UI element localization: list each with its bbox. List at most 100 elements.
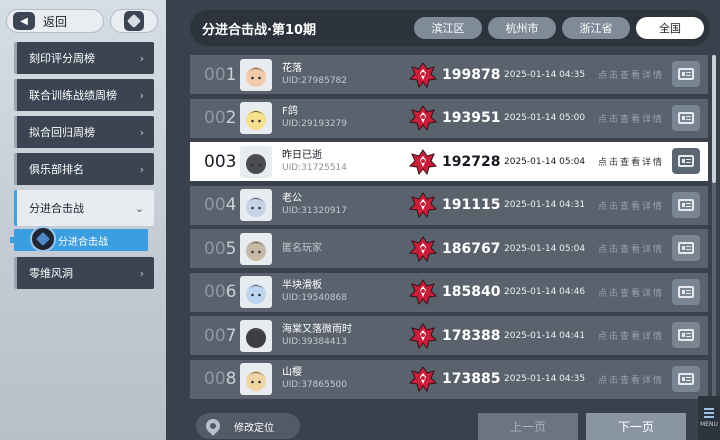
sidebar-item-imprint-rank[interactable]: 刻印评分周榜 › [14,42,154,74]
rank-number: 007 [204,325,237,346]
user-info: 半块滑板 UID:19540868 [282,279,402,305]
player-name: 匿名玩家 [282,243,322,254]
record-time: 2025-01-14 04:35 [504,374,586,384]
location-pin-icon [203,416,223,436]
player-name: 半块滑板 [282,280,322,291]
home-icon [124,11,144,31]
leaderboard-row[interactable]: 004 老公 UID:31320917 191115 2025-01-14 04… [190,185,708,225]
rank-emblem-icon [408,366,438,393]
sidebar-item-label: 零维风洞 [29,267,73,280]
home-button[interactable] [110,9,158,33]
chevron-right-icon: › [139,266,144,280]
score-value: 186767 [442,240,501,257]
leaderboard-row[interactable]: 007 海棠又落微雨时 UID:39384413 178388 2025-01-… [190,316,708,355]
score-value: 193951 [442,110,501,126]
player-card-button[interactable] [672,191,700,218]
user-info: F鸽 UID:29193279 [282,105,402,131]
id-card-icon [678,372,694,385]
rank-number: 002 [204,108,237,128]
avatar [240,102,272,134]
scrollbar-thumb[interactable] [712,55,716,183]
leaderboard-row[interactable]: 008 山樱 UID:37865500 173885 2025-01-14 04… [190,359,708,399]
back-button[interactable]: ◀ 返回 [6,9,104,33]
player-name: F鸽 [282,106,298,117]
tab-province[interactable]: 浙江省 [562,17,630,39]
leaderboard-row[interactable]: 002 F鸽 UID:29193279 193951 2025-01-14 05… [190,98,708,138]
chevron-down-icon: ⌄ [134,201,144,215]
view-details-link[interactable]: 点击查看详情 [598,155,678,168]
sidebar-item-zero-dimension[interactable]: 零维风洞 › [14,257,154,289]
avatar [240,145,272,178]
next-page-button[interactable]: 下一页 [586,413,686,440]
tab-district[interactable]: 滨江区 [414,17,482,39]
leaderboard-row[interactable]: 006 半块滑板 UID:19540868 185840 2025-01-14 … [190,272,708,312]
avatar [240,189,272,221]
leaderboard-row[interactable]: 005 匿名玩家 186767 2025-01-14 05:04 点击查看详情 [190,229,708,268]
record-time: 2025-01-14 04:41 [504,330,586,341]
chevron-right-icon: › [139,51,144,65]
avatar [240,232,272,265]
player-card-button[interactable] [672,278,700,305]
leaderboard-row[interactable]: 003 昨日已逝 UID:31725514 192728 2025-01-14 … [190,142,708,181]
rank-emblem-icon [408,148,438,175]
tab-city[interactable]: 杭州市 [488,17,556,39]
view-details-link[interactable]: 点击查看详情 [598,286,678,299]
id-card-icon [678,155,694,167]
sidebar-subitem-split-strike[interactable]: 分进合击战 [10,226,148,252]
record-time: 2025-01-14 04:35 [504,69,586,80]
chevron-right-icon: › [139,125,144,139]
sidebar-item-joint-training[interactable]: 联合训练战绩周榜 › [14,79,154,111]
record-time: 2025-01-14 05:04 [504,243,586,254]
leaderboard-header: 分进合击战·第10期 滨江区 杭州市 浙江省 全国 [190,10,710,46]
tab-national[interactable]: 全国 [636,17,704,39]
change-location-button[interactable]: 修改定位 [196,413,300,439]
scrollbar[interactable] [712,55,716,405]
mode-icon [30,226,56,252]
change-location-label: 修改定位 [234,422,274,434]
view-details-link[interactable]: 点击查看详情 [598,242,678,255]
sidebar-item-split-strike[interactable]: 分进合击战 ⌄ [14,190,154,226]
player-card-button[interactable] [672,148,700,174]
menu-button[interactable]: MENU [698,396,720,440]
avatar [240,276,272,308]
sidebar-item-fit-regression[interactable]: 拟合回归周榜 › [14,116,154,148]
player-card-button[interactable] [672,365,700,392]
player-card-button[interactable] [672,235,700,261]
back-icon: ◀ [13,12,35,30]
id-card-icon [678,198,694,211]
view-details-link[interactable]: 点击查看详情 [598,329,678,342]
player-name: 山樱 [282,367,302,378]
view-details-link[interactable]: 点击查看详情 [598,373,678,386]
view-details-link[interactable]: 点击查看详情 [598,68,678,81]
sidebar-item-label: 拟合回归周榜 [29,126,95,139]
leaderboard-list: 001 花落 UID:27985782 199878 2025-01-14 04… [190,55,708,405]
player-uid: UID:19540868 [282,293,348,303]
sidebar-item-label: 联合训练战绩周榜 [29,89,117,102]
player-card-button[interactable] [672,61,700,87]
id-card-icon [678,329,694,341]
view-details-link[interactable]: 点击查看详情 [598,199,678,212]
player-card-button[interactable] [672,322,700,348]
record-time: 2025-01-14 05:00 [504,113,586,123]
rank-emblem-icon [408,105,438,132]
user-info: 老公 UID:31320917 [282,192,402,218]
score-value: 178388 [442,327,501,344]
leaderboard-row[interactable]: 001 花落 UID:27985782 199878 2025-01-14 04… [190,55,708,94]
rank-number: 001 [204,64,237,85]
top-bar: ◀ 返回 ? [6,8,190,34]
rank-emblem-icon [408,192,438,219]
sidebar-item-label: 俱乐部排名 [29,163,84,176]
player-name: 老公 [282,193,302,204]
sidebar-item-club-rank[interactable]: 俱乐部排名 › [14,153,154,185]
view-details-link[interactable]: 点击查看详情 [598,112,678,125]
player-uid: UID:27985782 [282,75,348,86]
player-card-button[interactable] [672,104,700,131]
selection-marker [10,237,16,243]
rank-emblem-icon [408,235,438,262]
user-info: 昨日已逝 UID:31725514 [282,149,402,175]
score-value: 173885 [442,371,501,387]
id-card-icon [678,68,694,80]
user-info: 匿名玩家 [282,242,402,255]
prev-page-button[interactable]: 上一页 [478,413,578,440]
score-value: 199878 [442,66,501,83]
